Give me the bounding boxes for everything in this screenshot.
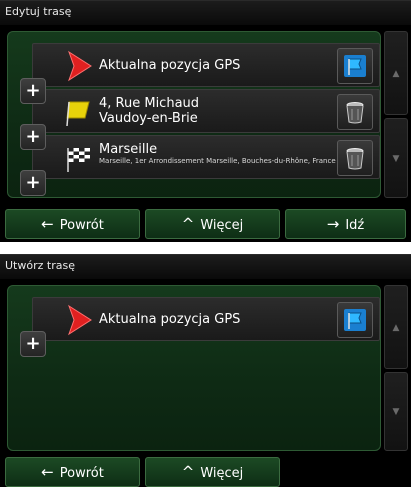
edit-route-screen: Edytuj trasę Aktualna pozycja GPS 4, Rue… — [0, 0, 411, 242]
more-label: Więcej — [200, 218, 244, 233]
back-label: Powrót — [59, 218, 104, 233]
trash-icon — [346, 148, 364, 170]
plus-icon: + — [25, 80, 41, 101]
destination-name: Marseille — [99, 142, 158, 157]
city-line: Vaudoy-en-Brie — [99, 111, 198, 126]
plus-icon: + — [25, 333, 41, 354]
finish-flag-icon — [67, 148, 90, 172]
route-list-panel: Aktualna pozycja GPS — [7, 285, 381, 451]
delete-destination-button[interactable] — [337, 140, 373, 176]
scroll-up-button[interactable]: ▲ — [384, 31, 408, 115]
route-point-label: Marseille Marseille, 1er Arrondissement … — [99, 142, 336, 166]
route-point-label: Aktualna pozycja GPS — [99, 312, 241, 327]
route-list-panel: Aktualna pozycja GPS 4, Rue Michaud Vaud… — [7, 31, 381, 198]
set-destination-button[interactable] — [337, 48, 373, 84]
route-point-label: 4, Rue Michaud Vaudoy-en-Brie — [99, 96, 199, 126]
gps-arrow-icon — [68, 304, 92, 336]
plus-icon: + — [25, 126, 41, 147]
delete-waypoint-button[interactable] — [337, 94, 373, 130]
add-waypoint-button[interactable]: + — [20, 124, 46, 150]
chevron-up-icon: ▲ — [392, 323, 400, 333]
trash-icon — [346, 102, 364, 124]
arrow-left-icon: ← — [41, 463, 54, 481]
screen-title: Edytuj trasę — [0, 1, 411, 25]
more-button[interactable]: ^ Więcej — [145, 457, 280, 487]
route-point-row-gps[interactable]: Aktualna pozycja GPS — [32, 297, 380, 341]
chevron-up-icon: ^ — [181, 215, 195, 233]
back-label: Powrót — [59, 466, 104, 481]
arrow-left-icon: ← — [41, 215, 54, 233]
address-line: 4, Rue Michaud — [99, 96, 200, 111]
scroll-up-button[interactable]: ▲ — [384, 285, 408, 369]
add-waypoint-button[interactable]: + — [20, 78, 46, 104]
create-route-screen: Utwórz trasę Aktualna pozycja GPS + ▲ ▼ … — [0, 254, 411, 487]
arrow-right-icon: → — [326, 215, 340, 233]
route-point-label: Aktualna pozycja GPS — [99, 58, 241, 73]
scroll-down-button[interactable]: ▼ — [384, 118, 408, 198]
route-point-row-waypoint[interactable]: 4, Rue Michaud Vaudoy-en-Brie — [32, 89, 380, 133]
more-label: Więcej — [200, 466, 244, 481]
flag-icon — [344, 55, 366, 77]
back-button[interactable]: ← Powrót — [5, 457, 140, 487]
flag-icon — [344, 309, 366, 331]
go-label: Idź — [345, 218, 365, 233]
bottom-toolbar: ← Powrót ^ Więcej → Idź — [0, 207, 411, 241]
chevron-up-icon: ▲ — [392, 69, 400, 79]
chevron-down-icon: ▼ — [392, 407, 400, 417]
chevron-up-icon: ^ — [181, 463, 195, 481]
waypoint-flag-icon — [66, 101, 90, 127]
more-button[interactable]: ^ Więcej — [145, 209, 280, 239]
route-point-row-gps[interactable]: Aktualna pozycja GPS — [32, 43, 380, 87]
gps-arrow-icon — [68, 50, 92, 82]
back-button[interactable]: ← Powrót — [5, 209, 140, 239]
go-button[interactable]: → Idź — [285, 209, 406, 239]
set-destination-button[interactable] — [337, 302, 373, 338]
plus-icon: + — [25, 172, 41, 193]
screen-title: Utwórz trasę — [0, 255, 411, 279]
add-waypoint-button[interactable]: + — [20, 331, 46, 357]
bottom-toolbar: ← Powrót ^ Więcej — [0, 455, 411, 487]
destination-address: Marseille, 1er Arrondissement Marseille,… — [99, 157, 336, 165]
add-waypoint-button[interactable]: + — [20, 170, 46, 196]
route-point-row-destination[interactable]: Marseille Marseille, 1er Arrondissement … — [32, 135, 380, 179]
scroll-down-button[interactable]: ▼ — [384, 372, 408, 451]
chevron-down-icon: ▼ — [392, 154, 400, 164]
